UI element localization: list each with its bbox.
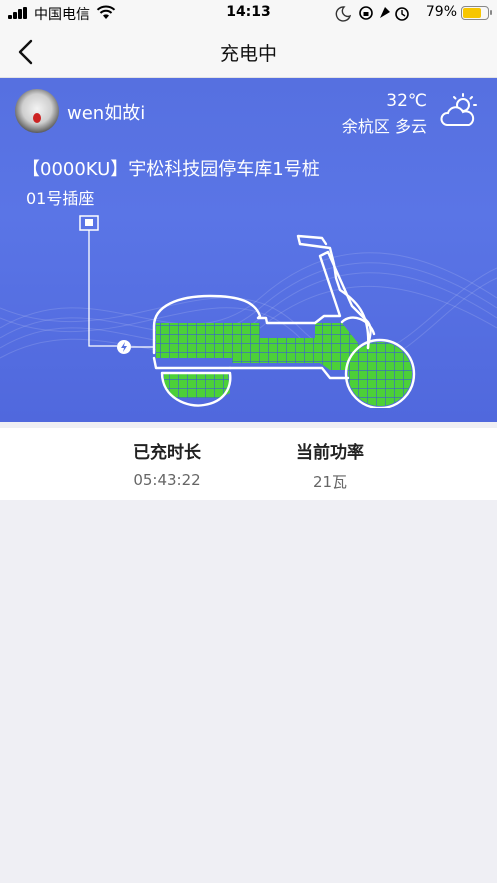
duration-stat: 已充时长 05:43:22	[87, 438, 247, 489]
scooter-charging-illustration	[79, 215, 416, 408]
lightning-icon	[117, 340, 131, 354]
power-stat: 当前功率 21瓦	[250, 438, 410, 492]
nav-bar: 充电中	[0, 26, 497, 78]
charging-stats: 已充时长 05:43:22 当前功率 21瓦	[0, 428, 497, 500]
status-bar: 中国电信 14:13 79%	[0, 0, 497, 26]
partly-cloudy-icon	[440, 93, 477, 126]
moon-icon	[335, 6, 352, 22]
weather-location: 余杭区 多云	[341, 117, 427, 136]
battery-percent: 79%	[425, 4, 457, 20]
status-icons	[335, 6, 409, 22]
alarm-icon	[395, 7, 409, 21]
page-title: 充电中	[219, 43, 277, 65]
charging-hero: wen如故i 32℃ 余杭区 多云 【0000KU】宇松科技园停车库1号桩 01…	[0, 78, 497, 422]
socket-name: 01号插座	[26, 189, 95, 208]
battery-fill	[463, 8, 482, 18]
station-name: 【0000KU】宇松科技园停车库1号桩	[22, 159, 320, 180]
charging-plug-icon	[79, 215, 99, 231]
location-icon	[380, 7, 390, 18]
power-value: 21瓦	[312, 473, 348, 491]
duration-label: 已充时长	[133, 443, 201, 463]
battery-icon	[461, 6, 492, 20]
power-label: 当前功率	[296, 443, 364, 463]
username: wen如故i	[67, 103, 146, 124]
rotation-lock-icon	[359, 6, 373, 20]
weather-temperature: 32℃	[386, 91, 427, 111]
status-time: 14:13	[226, 4, 271, 20]
duration-value: 05:43:22	[133, 471, 201, 489]
avatar[interactable]	[15, 89, 59, 133]
